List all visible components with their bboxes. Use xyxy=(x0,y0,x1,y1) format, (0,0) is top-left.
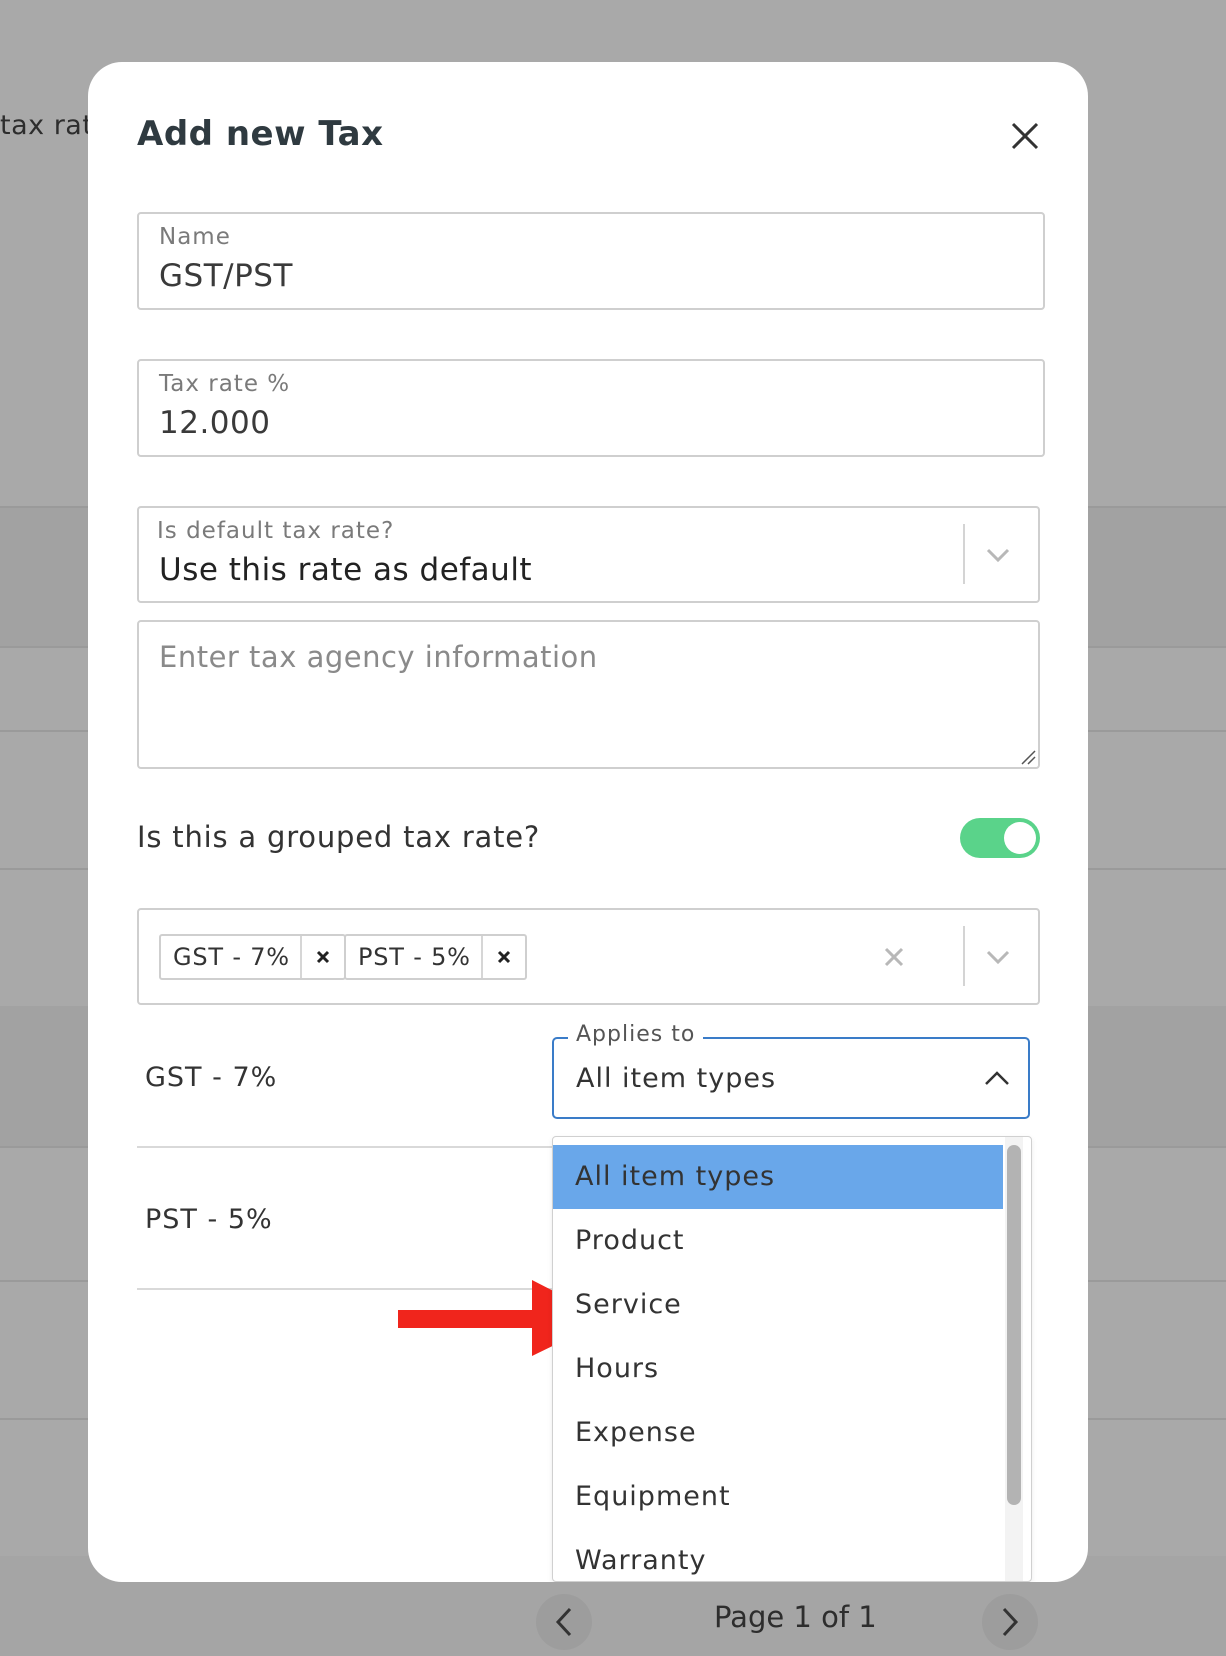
chevron-right-icon[interactable] xyxy=(982,1594,1038,1650)
toggle-knob xyxy=(1004,822,1036,854)
dropdown-option-equipment[interactable]: Equipment xyxy=(553,1465,1003,1529)
default-tax-select[interactable]: Is default tax rate? Use this rate as de… xyxy=(137,506,1040,603)
tax-agency-textarea[interactable]: Enter tax agency information xyxy=(137,620,1040,769)
dropdown-option-expense[interactable]: Expense xyxy=(553,1401,1003,1465)
grouped-tax-toggle[interactable] xyxy=(960,818,1040,858)
select-divider xyxy=(963,524,965,584)
modal-title: Add new Tax xyxy=(137,114,384,154)
name-field[interactable]: Name GST/PST xyxy=(137,212,1045,310)
chevron-down-icon[interactable] xyxy=(983,942,1013,972)
remove-chip-icon[interactable] xyxy=(299,936,344,978)
gst-row-label: GST - 7% xyxy=(145,1062,278,1093)
pagination-label: Page 1 of 1 xyxy=(714,1600,877,1634)
pst-row-label: PST - 5% xyxy=(145,1204,273,1235)
chevron-down-icon[interactable] xyxy=(983,540,1013,570)
name-field-label: Name xyxy=(159,224,231,250)
tax-rate-field[interactable]: Tax rate % 12.000 xyxy=(137,359,1045,457)
default-tax-select-value: Use this rate as default xyxy=(159,552,533,588)
row-divider xyxy=(137,1146,557,1148)
name-field-value[interactable]: GST/PST xyxy=(159,258,293,294)
tax-rate-field-value[interactable]: 12.000 xyxy=(159,405,270,441)
tax-chip-label: PST - 5% xyxy=(358,943,471,971)
grouped-rates-multiselect[interactable]: GST - 7% PST - 5% xyxy=(137,908,1040,1005)
resize-grip-icon[interactable] xyxy=(1020,749,1036,765)
select-divider xyxy=(963,926,965,986)
applies-to-label: Applies to xyxy=(568,1022,704,1047)
remove-chip-icon[interactable] xyxy=(480,936,525,978)
dropdown-option-hours[interactable]: Hours xyxy=(553,1337,1003,1401)
default-tax-select-label: Is default tax rate? xyxy=(157,518,395,544)
dropdown-option-warranty[interactable]: Warranty xyxy=(553,1529,1003,1581)
dropdown-option-all-item-types[interactable]: All item types xyxy=(553,1145,1003,1209)
dropdown-scrollbar[interactable] xyxy=(1007,1145,1021,1505)
applies-to-dropdown: All item types Product Service Hours Exp… xyxy=(552,1136,1032,1582)
chevron-left-icon[interactable] xyxy=(536,1594,592,1650)
clear-all-icon[interactable] xyxy=(879,942,909,972)
applies-to-value: All item types xyxy=(576,1063,777,1094)
add-tax-modal: Add new Tax Name GST/PST Tax rate % 12.0… xyxy=(88,62,1088,1582)
applies-to-select[interactable]: Applies to All item types xyxy=(552,1022,1030,1119)
tax-chip: GST - 7% xyxy=(159,934,346,980)
tax-agency-placeholder: Enter tax agency information xyxy=(159,640,598,674)
tax-rate-field-label: Tax rate % xyxy=(159,371,291,397)
tax-chip: PST - 5% xyxy=(344,934,527,980)
grouped-tax-label: Is this a grouped tax rate? xyxy=(137,820,541,854)
dropdown-option-product[interactable]: Product xyxy=(553,1209,1003,1273)
chevron-up-icon[interactable] xyxy=(982,1063,1012,1093)
background-header-text: tax rat xyxy=(0,110,94,141)
close-icon[interactable] xyxy=(1003,114,1047,158)
dropdown-option-service[interactable]: Service xyxy=(553,1273,1003,1337)
tax-chip-label: GST - 7% xyxy=(173,943,290,971)
